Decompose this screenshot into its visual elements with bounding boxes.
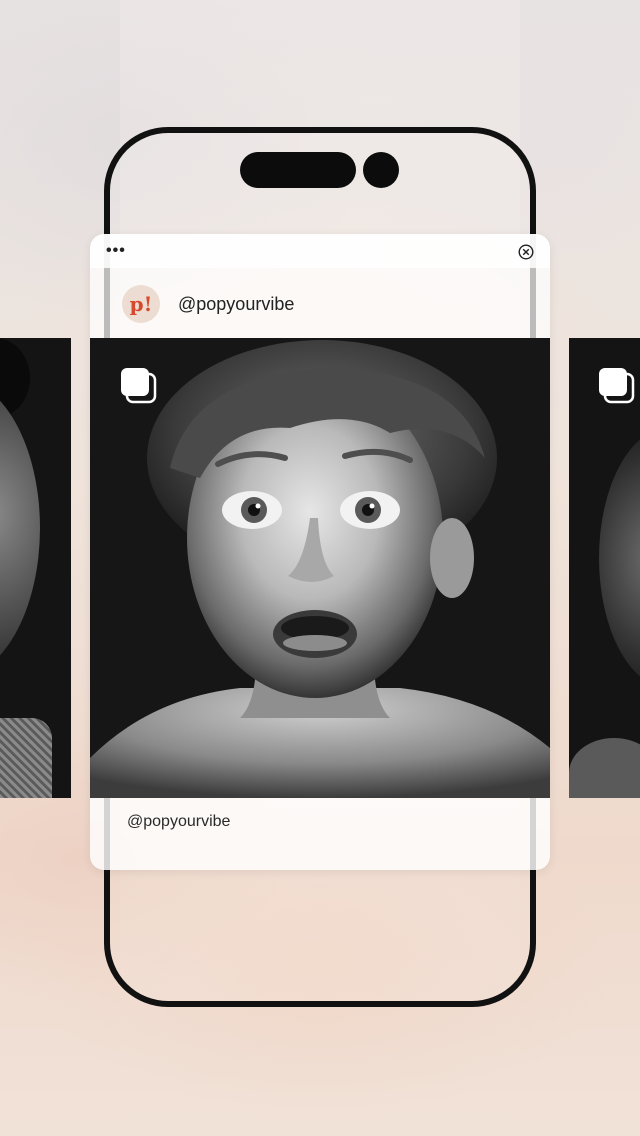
multiple-images-icon xyxy=(121,368,157,404)
previous-post-photo[interactable] xyxy=(0,338,71,798)
next-post-photo[interactable] xyxy=(569,338,640,798)
next-post-multiple-images-icon xyxy=(599,368,635,404)
card-titlebar: ••• xyxy=(90,234,550,268)
more-horizontal-icon[interactable]: ••• xyxy=(106,243,126,259)
front-camera xyxy=(363,152,399,188)
post-username[interactable]: @popyourvibe xyxy=(178,293,294,315)
close-circle-icon[interactable] xyxy=(518,244,534,260)
dynamic-island xyxy=(240,152,356,188)
post-photo[interactable] xyxy=(90,338,550,798)
post-card: ••• xyxy=(90,234,550,870)
post-footer xyxy=(90,798,550,870)
post-caption: @popyourvibe xyxy=(127,813,231,830)
portrait-photo xyxy=(90,338,550,798)
avatar[interactable]: p! xyxy=(122,285,160,323)
